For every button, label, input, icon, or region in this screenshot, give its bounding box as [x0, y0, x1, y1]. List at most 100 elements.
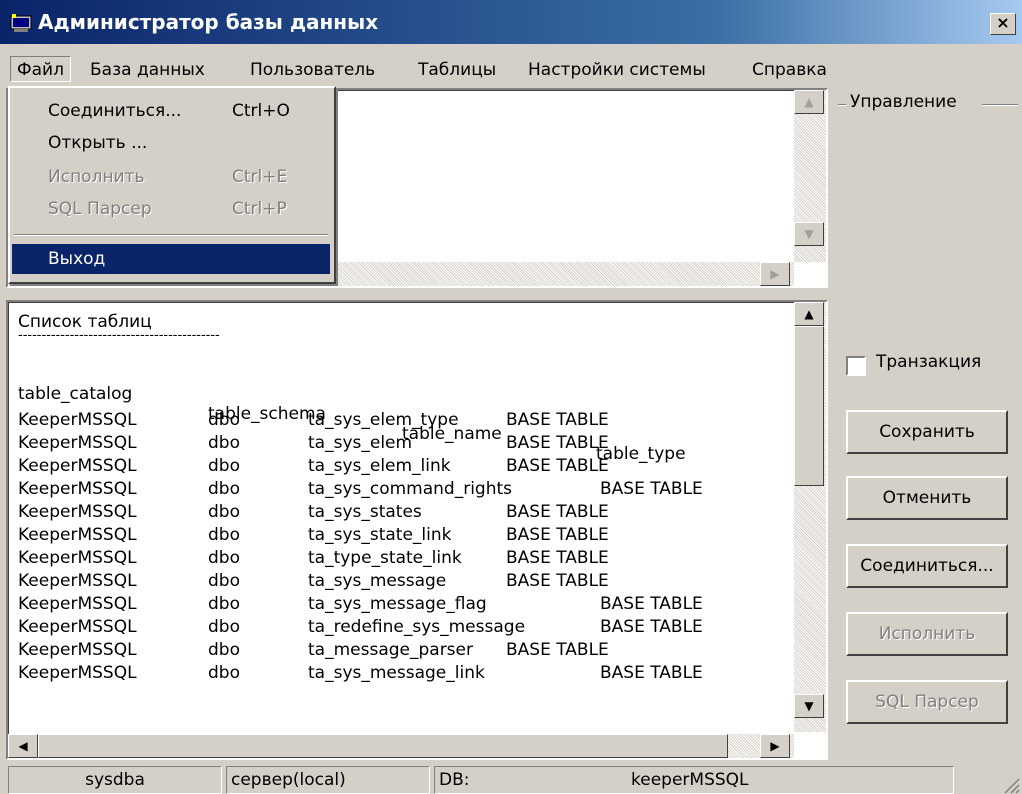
cell-table-name: ta_message_parser — [308, 640, 473, 660]
cell-table-name: ta_type_state_link — [308, 548, 462, 568]
menu-item-connect[interactable]: Соединиться... Ctrl+O — [12, 96, 330, 126]
menu-item-sql-parser-label: SQL Парсер — [48, 199, 152, 219]
size-grip-icon[interactable] — [1002, 776, 1020, 794]
scroll-up-icon[interactable]: ▲ — [794, 90, 824, 114]
table-row: KeeperMSSQL dbo ta_sys_elem_link BASE TABLE — [18, 456, 798, 478]
editor-vertical-scrollbar[interactable]: ▲ ▼ — [794, 90, 826, 262]
cell-table-name: ta_redefine_sys_message — [308, 617, 526, 637]
table-row: KeeperMSSQL dbo ta_message_parser BASE TABL… — [18, 640, 798, 662]
menu-bar: Файл База данных Пользователь Таблицы На… — [0, 52, 1022, 86]
connect-button[interactable]: Соединиться... — [846, 544, 1008, 588]
cell-schema: dbo — [208, 617, 240, 637]
scroll-thumb[interactable] — [794, 326, 824, 486]
table-row: KeeperMSSQL dbo ta_sys_message_link BASE TA… — [18, 663, 798, 685]
table-row: KeeperMSSQL dbo ta_sys_state_link BASE TABL… — [18, 525, 798, 547]
cell-table-type: BASE TABLE — [506, 410, 609, 430]
close-icon: × — [996, 13, 1010, 32]
cell-schema: dbo — [208, 433, 240, 453]
cell-table-type: BASE TABLE — [600, 663, 703, 683]
status-user: sysdba — [8, 766, 222, 794]
sql-parser-button[interactable]: SQL Парсер — [846, 680, 1008, 724]
cell-table-name: ta_sys_command_rights — [308, 479, 513, 499]
menu-item-execute-label: Исполнить — [48, 167, 145, 187]
cell-table-type: BASE TABLE — [600, 479, 703, 499]
menu-item-sql-parser-shortcut: Ctrl+P — [232, 199, 287, 219]
menu-database[interactable]: База данных — [84, 57, 211, 83]
control-group-title: Управление — [846, 92, 961, 112]
cell-catalog: KeeperMSSQL — [18, 617, 137, 637]
cell-table-name: ta_sys_message_link — [308, 663, 485, 683]
title-bar: Администратор базы данных × — [0, 0, 1022, 44]
cell-catalog: KeeperMSSQL — [18, 479, 137, 499]
cell-schema: dbo — [208, 525, 240, 545]
table-row: KeeperMSSQL dbo ta_redefine_sys_message BAS… — [18, 617, 798, 639]
cell-schema: dbo — [208, 594, 240, 614]
window-title: Администратор базы данных — [38, 10, 379, 34]
cell-schema: dbo — [208, 663, 240, 683]
cell-schema: dbo — [208, 456, 240, 476]
menu-item-exit[interactable]: Выход — [12, 244, 330, 274]
cell-table-name: ta_sys_elem_type — [308, 410, 459, 430]
header-table-catalog: table_catalog — [18, 384, 133, 404]
results-panel[interactable]: Список таблиц --------------------------… — [6, 300, 828, 760]
cell-table-name: ta_sys_message — [308, 571, 447, 591]
scroll-down-icon[interactable]: ▼ — [794, 694, 824, 718]
scroll-up-icon[interactable]: ▲ — [794, 302, 824, 326]
cell-schema: dbo — [208, 571, 240, 591]
cell-table-name: ta_sys_state_link — [308, 525, 452, 545]
cell-catalog: KeeperMSSQL — [18, 525, 137, 545]
group-line-right — [982, 104, 1018, 106]
execute-button[interactable]: Исполнить — [846, 612, 1008, 656]
scroll-right-icon[interactable]: ▶ — [760, 262, 790, 286]
menu-help[interactable]: Справка — [746, 57, 833, 83]
status-bar: sysdba сервер(local) DB: keeperMSSQL — [0, 764, 1022, 794]
cell-catalog: KeeperMSSQL — [18, 571, 137, 591]
hscroll-thumb[interactable] — [38, 734, 728, 758]
scroll-down-icon[interactable]: ▼ — [794, 222, 824, 246]
cell-table-type: BASE TABLE — [506, 571, 609, 591]
menu-tables[interactable]: Таблицы — [412, 57, 502, 83]
cell-table-name: ta_sys_elem — [308, 433, 413, 453]
table-row: KeeperMSSQL dbo ta_sys_elem_type BASE TABLE — [18, 410, 798, 432]
results-divider: ----------------------------------------… — [18, 328, 220, 343]
cell-table-type: BASE TABLE — [506, 525, 609, 545]
menu-item-connect-shortcut: Ctrl+O — [232, 101, 290, 121]
cell-catalog: KeeperMSSQL — [18, 640, 137, 660]
transaction-checkbox[interactable] — [846, 356, 866, 376]
results-horizontal-scrollbar[interactable]: ◀ ▶ — [8, 734, 794, 758]
table-row: KeeperMSSQL dbo ta_sys_message_flag BASE TA… — [18, 594, 798, 616]
status-db-label: DB: — [439, 770, 470, 790]
table-row: KeeperMSSQL dbo ta_sys_command_rights BASE … — [18, 479, 798, 501]
cell-catalog: KeeperMSSQL — [18, 410, 137, 430]
cell-schema: dbo — [208, 479, 240, 499]
cell-table-type: BASE TABLE — [506, 502, 609, 522]
cell-schema: dbo — [208, 502, 240, 522]
results-vertical-scrollbar[interactable]: ▲ ▼ — [794, 302, 826, 732]
cell-table-type: BASE TABLE — [506, 548, 609, 568]
menu-separator — [14, 234, 328, 236]
cancel-button[interactable]: Отменить — [846, 476, 1008, 520]
scroll-right-icon[interactable]: ▶ — [760, 734, 790, 758]
save-button[interactable]: Сохранить — [846, 410, 1008, 454]
cell-table-type: BASE TABLE — [506, 433, 609, 453]
cell-schema: dbo — [208, 640, 240, 660]
close-button[interactable]: × — [990, 13, 1016, 35]
menu-item-open[interactable]: Открыть ... — [12, 128, 330, 158]
database-app-icon — [10, 14, 32, 32]
menu-item-sql-parser[interactable]: SQL Парсер Ctrl+P — [12, 194, 330, 224]
status-server: сервер(local) — [226, 766, 430, 794]
menu-item-execute[interactable]: Исполнить Ctrl+E — [12, 162, 330, 192]
cell-catalog: KeeperMSSQL — [18, 456, 137, 476]
transaction-label[interactable]: Транзакция — [876, 352, 981, 372]
cell-table-type: BASE TABLE — [600, 594, 703, 614]
menu-system-settings[interactable]: Настройки системы — [522, 57, 712, 83]
menu-user[interactable]: Пользователь — [244, 57, 381, 83]
cell-table-type: BASE TABLE — [506, 456, 609, 476]
cell-table-name: ta_sys_message_flag — [308, 594, 487, 614]
scroll-left-icon[interactable]: ◀ — [8, 734, 38, 758]
cell-catalog: KeeperMSSQL — [18, 502, 137, 522]
cell-catalog: KeeperMSSQL — [18, 433, 137, 453]
status-db-name: keeperMSSQL — [631, 770, 749, 790]
cell-catalog: KeeperMSSQL — [18, 548, 137, 568]
menu-file[interactable]: Файл — [10, 56, 71, 82]
